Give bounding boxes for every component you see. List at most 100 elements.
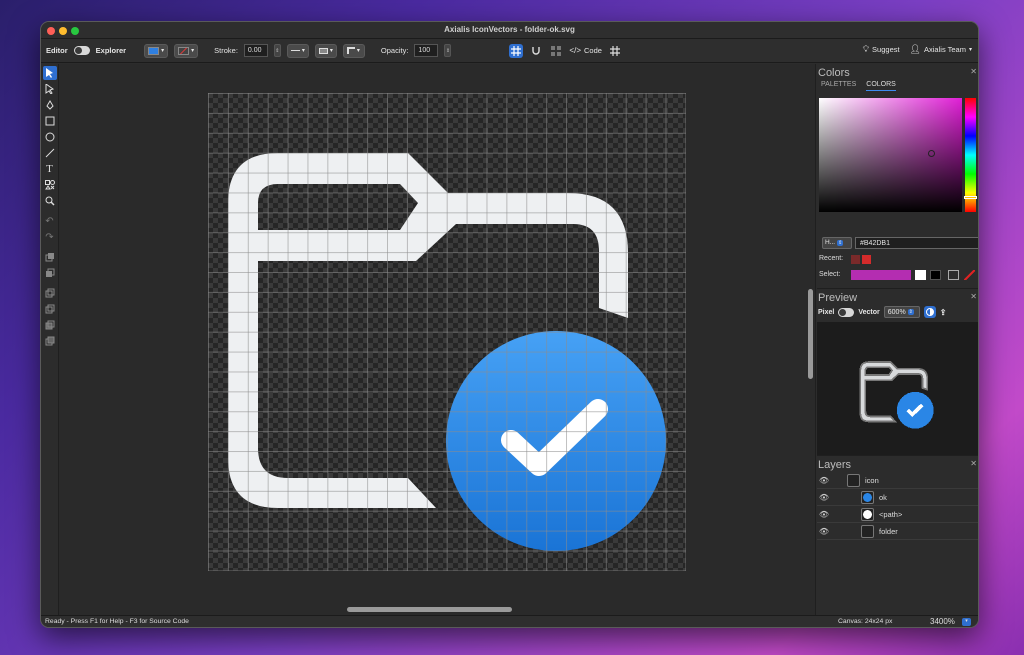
opacity-field[interactable]: 100 [414,44,439,57]
layers-panel-title: Layers ✕ [817,455,978,472]
ellipse-tool-icon[interactable] [43,130,57,144]
lightbulb-icon: 💡︎ [862,44,870,54]
tools-panel: T ↶ ↷ [41,64,59,617]
pixel-grid [208,93,686,571]
chevron-down-icon: ▾ [329,48,333,54]
colors-tabs: PALETTES COLORS [817,81,978,91]
recent-color-2[interactable] [862,255,871,264]
close-icon[interactable]: ✕ [970,459,977,468]
subtract-icon[interactable] [43,334,57,348]
colors-title: Colors [818,67,850,79]
account-label: Axialis Team [924,45,966,54]
eye-icon[interactable]: 👁︎ [817,527,831,536]
shapes-tool-icon[interactable] [43,178,57,192]
line-tool-icon[interactable] [43,146,57,160]
close-icon[interactable]: ✕ [970,67,977,76]
combine-icon[interactable] [43,318,57,332]
no-color-icon[interactable] [964,270,975,280]
pixel-vector-toggle[interactable] [838,307,855,317]
stroke-style-dropdown[interactable]: ▾ [286,43,309,58]
color-mode-select[interactable]: H... ⇕ [822,236,852,249]
rectangle-tool-icon[interactable] [43,114,57,128]
hue-slider-thumb[interactable] [964,196,977,199]
preview-zoom-select[interactable]: 600% ⇕ [883,306,920,318]
stroke-stepper[interactable]: ⇕ [273,44,281,57]
layer-name: icon [865,475,879,485]
preview-controls: Pixel Vector 600% ⇕ ⇪ [818,306,946,318]
undo-icon[interactable]: ↶ [43,214,57,228]
explorer-label: Explorer [95,46,127,55]
zoom-level-text[interactable]: 3400% [930,617,955,626]
eye-icon[interactable]: 👁︎ [817,476,831,485]
preview-title: Preview [818,292,858,304]
chevron-down-icon: ▾ [191,48,195,54]
eye-icon[interactable]: 👁︎ [817,510,831,519]
snap-magnet-icon[interactable] [529,44,543,58]
hex-color-input[interactable]: #B42DB1 [855,236,978,249]
vertical-scroll-thumb[interactable] [808,289,813,379]
layer-row-folder[interactable]: 👁︎ folder [817,523,978,540]
select-tool-icon[interactable] [42,66,57,80]
suggest-label: Suggest [872,45,900,54]
tab-colors[interactable]: COLORS [866,81,896,91]
recent-label: Recent: [819,255,844,262]
close-icon[interactable]: ✕ [970,292,977,301]
grid-toggle-icon[interactable] [509,43,524,58]
line-style-icon [290,50,300,51]
opacity-stepper[interactable]: ⇕ [444,44,452,57]
window-title: Axialis IconVectors - folder-ok.svg [444,25,575,34]
app-window: Axialis IconVectors - folder-ok.svg Edit… [40,21,979,628]
zoom-dropdown-icon[interactable]: ▾ [962,618,971,626]
stroke-color-button[interactable]: ▾ [174,43,199,58]
layers-title: Layers [818,459,852,471]
line-join-icon [346,47,355,54]
recent-color-1[interactable] [851,255,860,264]
layer-row-ok[interactable]: 👁︎ ok [817,489,978,506]
send-back-icon[interactable] [43,266,57,280]
color-picker-cursor[interactable] [928,150,935,157]
suggest-button[interactable]: 💡︎ Suggest [863,44,900,55]
redo-icon[interactable]: ↷ [43,230,57,244]
hex-row: H... ⇕ #B42DB1 [817,236,978,249]
pixel-grid-icon[interactable] [549,44,563,58]
direct-select-tool-icon[interactable] [43,82,57,96]
stroke-label: Stroke: [214,46,238,55]
zoom-tool-icon[interactable] [43,194,57,208]
selected-color-swatch[interactable] [851,270,911,280]
stroke-join-dropdown[interactable]: ▾ [342,43,365,58]
chevron-down-icon: ▾ [161,48,165,54]
stroke-swatch [178,46,190,55]
opacity-label: Opacity: [380,46,409,55]
fill-color-button[interactable]: ▾ [144,43,169,58]
white-swatch[interactable] [915,270,926,280]
horizontal-scroll-thumb[interactable] [347,607,512,612]
text-tool-icon[interactable]: T [43,162,57,176]
preview-panel-title: Preview ✕ [817,288,978,305]
stroke-width-field[interactable]: 0.00 [243,44,268,57]
code-button[interactable]: </> Code [569,44,602,58]
color-spectrum-picker[interactable] [819,98,962,212]
account-menu[interactable]: 👤︎ Axialis Team ▾ [910,44,972,55]
status-bar: Ready - Press F1 for Help - F3 for Sourc… [41,615,978,627]
editor-label: Editor [46,46,68,55]
tab-palettes[interactable]: PALETTES [821,81,856,91]
swap-colors-icon[interactable] [948,270,959,280]
stroke-cap-dropdown[interactable]: ▾ [314,43,337,58]
editor-explorer-toggle[interactable] [73,46,90,55]
ok-badge-thumb-icon [861,490,874,504]
share-icon[interactable]: ⇪ [940,308,947,317]
hue-slider[interactable] [964,98,977,212]
pen-tool-icon[interactable] [43,98,57,112]
group-icon[interactable] [43,286,57,300]
artboard[interactable] [208,93,686,571]
black-swatch[interactable] [930,270,941,280]
canvas-area[interactable] [59,64,806,617]
ungroup-icon[interactable] [43,302,57,316]
eye-icon[interactable]: 👁︎ [817,493,831,502]
bring-front-icon[interactable] [43,250,57,264]
preview-background-icon[interactable] [923,306,936,318]
layer-row-icon[interactable]: 👁︎ icon [817,472,978,489]
hash-grid-icon[interactable] [608,44,622,58]
vertical-scrollbar[interactable] [806,64,816,617]
layer-row-path[interactable]: 👁︎ <path> [817,506,978,523]
